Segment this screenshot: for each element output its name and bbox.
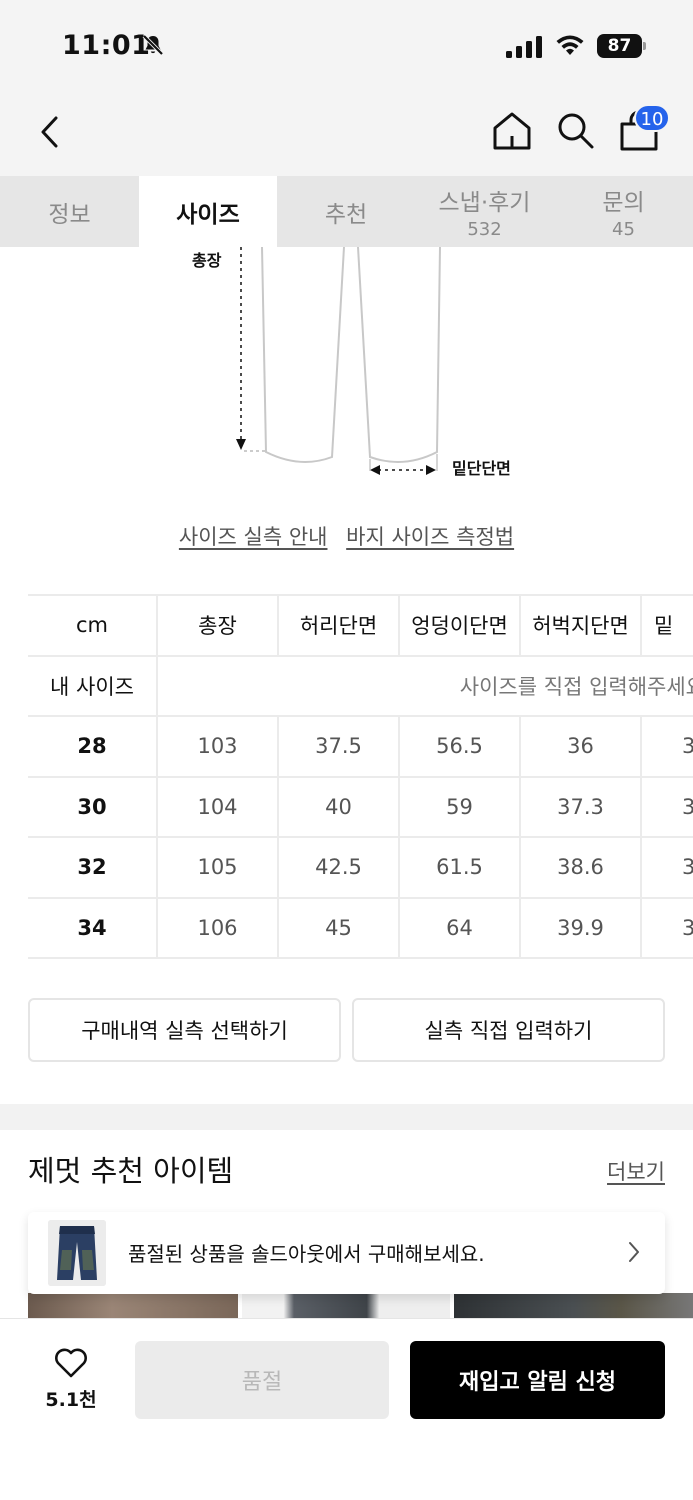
size-guide-links: 사이즈 실측 안내 바지 사이즈 측정법: [0, 521, 693, 551]
value-cell: 3: [640, 775, 693, 838]
like-count: 5.1천: [45, 1389, 97, 1411]
tab-label: 정보: [48, 201, 91, 228]
wifi-icon: [556, 35, 584, 55]
value-cell: 64: [398, 896, 521, 959]
value-cell: 42.5: [277, 836, 400, 899]
length-label: 총장: [192, 251, 222, 270]
value-cell: 104: [156, 775, 279, 838]
like-button[interactable]: 5.1천: [40, 1343, 102, 1412]
table-row: 30 104 40 59 37.3 3: [28, 775, 693, 838]
value-cell: 59: [398, 775, 521, 838]
table-row: 34 106 45 64 39.9 3: [28, 896, 693, 959]
battery-indicator: 87: [597, 34, 647, 58]
tab-label: 문의: [602, 190, 645, 216]
size-table: cm 총장 허리단면 엉덩이단면 허벅지단면 밑 내 사이즈 사이즈를 직접 입…: [28, 594, 693, 960]
purchase-history-measure-button[interactable]: 구매내역 실측 선택하기: [28, 998, 341, 1062]
size-cell: 32: [28, 836, 158, 899]
signal-icon: [506, 36, 542, 58]
bottom-action-bar: 5.1천 품절 재입고 알림 신청: [0, 1318, 693, 1500]
back-chevron-icon[interactable]: [36, 112, 64, 152]
tab-count: 45: [612, 219, 635, 240]
table-row: 28 103 37.5 56.5 36 3: [28, 715, 693, 778]
unit-header: cm: [28, 594, 158, 657]
cart-count-badge: 10: [634, 104, 670, 132]
column-header: 총장: [156, 594, 279, 657]
value-cell: 36: [519, 715, 642, 778]
soldout-notice-text: 품절된 상품을 솔드아웃에서 구매해보세요.: [128, 1242, 485, 1266]
column-header: 엉덩이단면: [398, 594, 521, 657]
size-cell: 34: [28, 896, 158, 959]
tab-label: 추천: [324, 201, 368, 228]
tab-info[interactable]: 정보: [0, 176, 139, 247]
top-header: [0, 92, 693, 176]
tab-recommend[interactable]: 추천: [277, 176, 415, 247]
size-diagram: 총장 밑단단면: [0, 246, 693, 507]
more-link[interactable]: 더보기: [607, 1156, 665, 1186]
my-size-label: 내 사이즈: [28, 654, 158, 717]
home-icon[interactable]: [491, 110, 533, 152]
value-cell: 105: [156, 836, 279, 899]
heart-icon: [55, 1348, 87, 1378]
column-header: 밑: [640, 594, 693, 657]
table-header-row: cm 총장 허리단면 엉덩이단면 허벅지단면 밑: [28, 594, 693, 657]
table-row: 32 105 42.5 61.5 38.6 3: [28, 836, 693, 899]
value-cell: 61.5: [398, 836, 521, 899]
column-header: 허리단면: [277, 594, 400, 657]
value-cell: 103: [156, 715, 279, 778]
value-cell: 45: [277, 896, 400, 959]
value-cell: 3: [640, 715, 693, 778]
value-cell: 39.9: [519, 896, 642, 959]
bell-muted-icon: [142, 34, 164, 56]
value-cell: 106: [156, 896, 279, 959]
product-tabs: 정보 사이즈 추천 스냅·후기 532 문의 45: [0, 176, 693, 247]
size-cell: 28: [28, 715, 158, 778]
tab-count: 532: [467, 219, 502, 240]
pants-outline-illustration: [236, 246, 441, 475]
chevron-right-icon: [629, 1242, 639, 1262]
tab-label: 스냅·후기: [438, 190, 531, 216]
value-cell: 40: [277, 775, 400, 838]
hem-width-label: 밑단단면: [452, 459, 511, 478]
battery-level: 87: [597, 34, 642, 58]
soldout-banner[interactable]: 품절된 상품을 솔드아웃에서 구매해보세요.: [28, 1212, 665, 1294]
pants-measure-link[interactable]: 바지 사이즈 측정법: [346, 525, 514, 549]
soldout-button: 품절: [135, 1341, 389, 1419]
column-header: 허벅지단면: [519, 594, 642, 657]
direct-input-measure-button[interactable]: 실측 직접 입력하기: [352, 998, 665, 1062]
size-guide-link[interactable]: 사이즈 실측 안내: [179, 525, 328, 549]
tab-snap-review[interactable]: 스냅·후기 532: [415, 176, 554, 247]
status-time: 11:01: [62, 30, 151, 61]
my-size-row[interactable]: 내 사이즈 사이즈를 직접 입력해주세요: [28, 654, 693, 717]
size-cell: 30: [28, 775, 158, 838]
tab-inquiry[interactable]: 문의 45: [554, 176, 693, 247]
status-bar: 11:01 87: [0, 0, 693, 92]
value-cell: 38.6: [519, 836, 642, 899]
jeans-image: [48, 1220, 106, 1286]
tab-size[interactable]: 사이즈: [139, 176, 277, 247]
recommend-title: 제멋 추천 아이템: [28, 1154, 234, 1188]
search-icon[interactable]: [555, 110, 595, 150]
soldout-product-thumbnail: [48, 1220, 106, 1286]
value-cell: 37.3: [519, 775, 642, 838]
value-cell: 37.5: [277, 715, 400, 778]
value-cell: 3: [640, 896, 693, 959]
my-size-input[interactable]: 사이즈를 직접 입력해주세요: [156, 654, 693, 717]
battery-tip: [643, 42, 646, 50]
tab-label: 사이즈: [176, 201, 240, 228]
restock-alert-button[interactable]: 재입고 알림 신청: [410, 1341, 665, 1419]
value-cell: 56.5: [398, 715, 521, 778]
value-cell: 3: [640, 836, 693, 899]
